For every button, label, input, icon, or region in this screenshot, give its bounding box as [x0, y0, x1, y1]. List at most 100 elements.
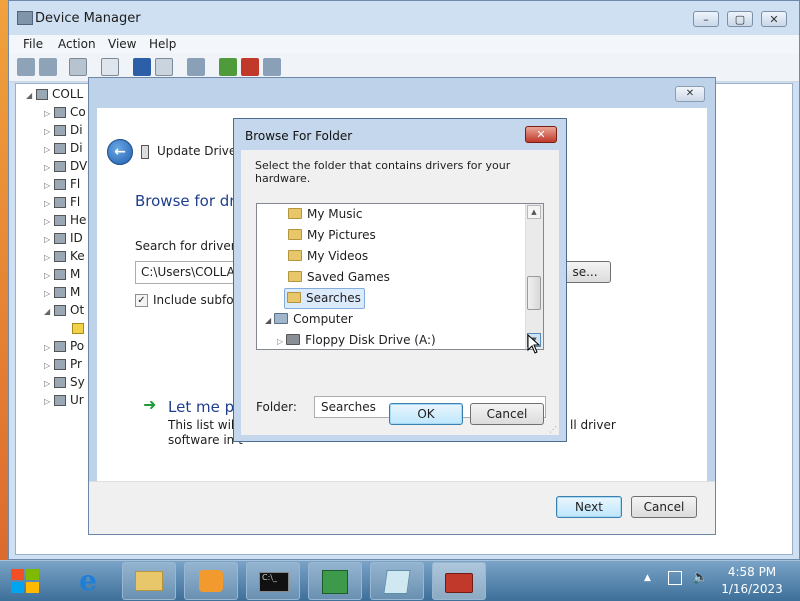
- dialog-title: Browse For Folder: [245, 129, 353, 143]
- search-folder-icon: [287, 292, 301, 303]
- tree-item[interactable]: ▷ He: [44, 211, 86, 229]
- menu-file[interactable]: File: [23, 35, 43, 53]
- taskbar-explorer[interactable]: [122, 562, 176, 600]
- taskbar-notepad[interactable]: [370, 562, 424, 600]
- disable-device-icon[interactable]: [263, 58, 281, 76]
- device-manager-icon: [17, 11, 33, 25]
- update-driver-icon[interactable]: [219, 58, 237, 76]
- resize-grip-icon[interactable]: ⋰: [549, 425, 557, 434]
- taskbar-command-prompt[interactable]: C:\_: [246, 562, 300, 600]
- computer-icon: [274, 313, 289, 324]
- menu-view[interactable]: View: [108, 35, 136, 53]
- windows-logo-icon: [11, 569, 39, 593]
- network-icon[interactable]: [668, 571, 682, 585]
- videos-folder-icon: [288, 250, 302, 261]
- help-icon[interactable]: [133, 58, 151, 76]
- computer-icon: [36, 89, 48, 100]
- back-arrow-icon[interactable]: [17, 58, 35, 76]
- browse-for-folder-dialog: Browse For Folder ✕ Select the folder th…: [233, 118, 567, 442]
- dialog-body: Select the folder that contains drivers …: [241, 150, 559, 435]
- next-button[interactable]: Next: [556, 496, 622, 518]
- tree-item[interactable]: ▷ Sy: [44, 373, 85, 391]
- dialog-close-button[interactable]: ✕: [525, 126, 557, 143]
- folder-label: Folder:: [256, 400, 297, 414]
- internet-explorer-icon[interactable]: e: [70, 565, 106, 597]
- tree-item[interactable]: ▷ Po: [44, 337, 84, 355]
- toolbox-icon: [445, 573, 473, 593]
- uninstall-icon[interactable]: [241, 58, 259, 76]
- tree-item[interactable]: ▷ Fl: [44, 193, 80, 211]
- warning-icon: [72, 323, 84, 334]
- games-folder-icon: [288, 271, 302, 282]
- folder-item-my-videos[interactable]: My Videos: [288, 247, 368, 266]
- letme-pick-link[interactable]: Let me pi: [168, 398, 238, 416]
- tree-item[interactable]: ◢ Ot: [44, 301, 84, 319]
- ok-button[interactable]: OK: [389, 403, 463, 425]
- tree-item[interactable]: ▷ M: [44, 283, 80, 301]
- properties-icon[interactable]: [101, 58, 119, 76]
- minimize-button[interactable]: –: [693, 11, 719, 27]
- folder-tree[interactable]: My Music My Pictures My Videos Saved Gam…: [256, 203, 544, 350]
- cancel-button[interactable]: Cancel: [631, 496, 697, 518]
- include-subfolders-label: Include subfold: [153, 293, 245, 307]
- dialog-cancel-button[interactable]: Cancel: [470, 403, 544, 425]
- tree-item[interactable]: ▷ Pr: [44, 355, 82, 373]
- pictures-folder-icon: [288, 229, 302, 240]
- floppy-icon: [286, 334, 301, 345]
- menu-action[interactable]: Action: [58, 35, 96, 53]
- tree-item[interactable]: ▷ M: [44, 265, 80, 283]
- folder-item-my-pictures[interactable]: My Pictures: [288, 226, 376, 245]
- device-manager-titlebar[interactable]: Device Manager – ▢ ✕: [9, 1, 799, 35]
- close-window-button[interactable]: ✕: [761, 11, 787, 27]
- folder-item-saved-games[interactable]: Saved Games: [288, 268, 390, 287]
- folder-item-floppy[interactable]: ▷ Floppy Disk Drive (A:): [277, 331, 436, 349]
- maximize-button[interactable]: ▢: [727, 11, 753, 27]
- expanded-triangle-icon: ◢: [265, 316, 272, 325]
- tree-item[interactable]: ▷ Di: [44, 139, 83, 157]
- tree-item[interactable]: ▷ ID: [44, 229, 83, 247]
- scan-hardware-icon[interactable]: [187, 58, 205, 76]
- command-prompt-icon: C:\_: [259, 572, 289, 592]
- folder-icon: [135, 571, 163, 591]
- taskbar-media-player[interactable]: [184, 562, 238, 600]
- show-hide-tree-icon[interactable]: [69, 58, 87, 76]
- tree-root[interactable]: ◢ COLL: [26, 85, 83, 103]
- taskbar-installer[interactable]: [308, 562, 362, 600]
- wizard-close-button[interactable]: ✕: [675, 86, 705, 102]
- dialog-instruction: Select the folder that contains drivers …: [255, 159, 511, 185]
- include-subfolders-checkbox[interactable]: ✓: [135, 294, 148, 307]
- notepad-icon: [383, 570, 411, 594]
- tree-item[interactable]: ▷ Fl: [44, 175, 80, 193]
- music-folder-icon: [288, 208, 302, 219]
- media-player-icon: [199, 570, 223, 592]
- start-button[interactable]: [8, 565, 42, 597]
- driver-icon: [141, 145, 149, 159]
- view-icon[interactable]: [155, 58, 173, 76]
- tree-item[interactable]: ▷ DV: [44, 157, 87, 175]
- clock-time[interactable]: 4:58 PM: [716, 565, 788, 579]
- collapsed-triangle-icon: ▷: [277, 337, 284, 346]
- letme-description-line2: software in t: [168, 433, 243, 447]
- clock-date[interactable]: 1/16/2023: [716, 582, 788, 596]
- tree-item[interactable]: ▷ Ur: [44, 391, 84, 409]
- folder-tree-scrollbar[interactable]: ▲ ▼: [525, 204, 543, 349]
- forward-arrow-icon[interactable]: [39, 58, 57, 76]
- scroll-up-arrow-icon[interactable]: ▲: [527, 205, 541, 219]
- window-title: Device Manager: [35, 11, 141, 26]
- folder-item-computer[interactable]: ◢ Computer: [265, 310, 353, 329]
- volume-muted-icon[interactable]: 🔈: [692, 570, 708, 585]
- installer-icon: [322, 570, 348, 594]
- back-button[interactable]: ←: [107, 139, 133, 165]
- wizard-heading: Browse for dri: [135, 192, 240, 210]
- folder-item-my-music[interactable]: My Music: [288, 205, 362, 224]
- folder-item-searches[interactable]: Searches: [284, 288, 365, 309]
- tree-item[interactable]: ▷ Di: [44, 121, 83, 139]
- tree-item[interactable]: ▷ Co: [44, 103, 86, 121]
- show-hidden-icons-icon[interactable]: ▲: [644, 573, 651, 583]
- menu-help[interactable]: Help: [149, 35, 176, 53]
- unknown-device-item[interactable]: [72, 319, 88, 337]
- taskbar-device-manager[interactable]: [432, 562, 486, 600]
- menu-bar: File Action View Help: [9, 35, 799, 53]
- scroll-thumb[interactable]: [527, 276, 541, 310]
- tree-item[interactable]: ▷ Ke: [44, 247, 85, 265]
